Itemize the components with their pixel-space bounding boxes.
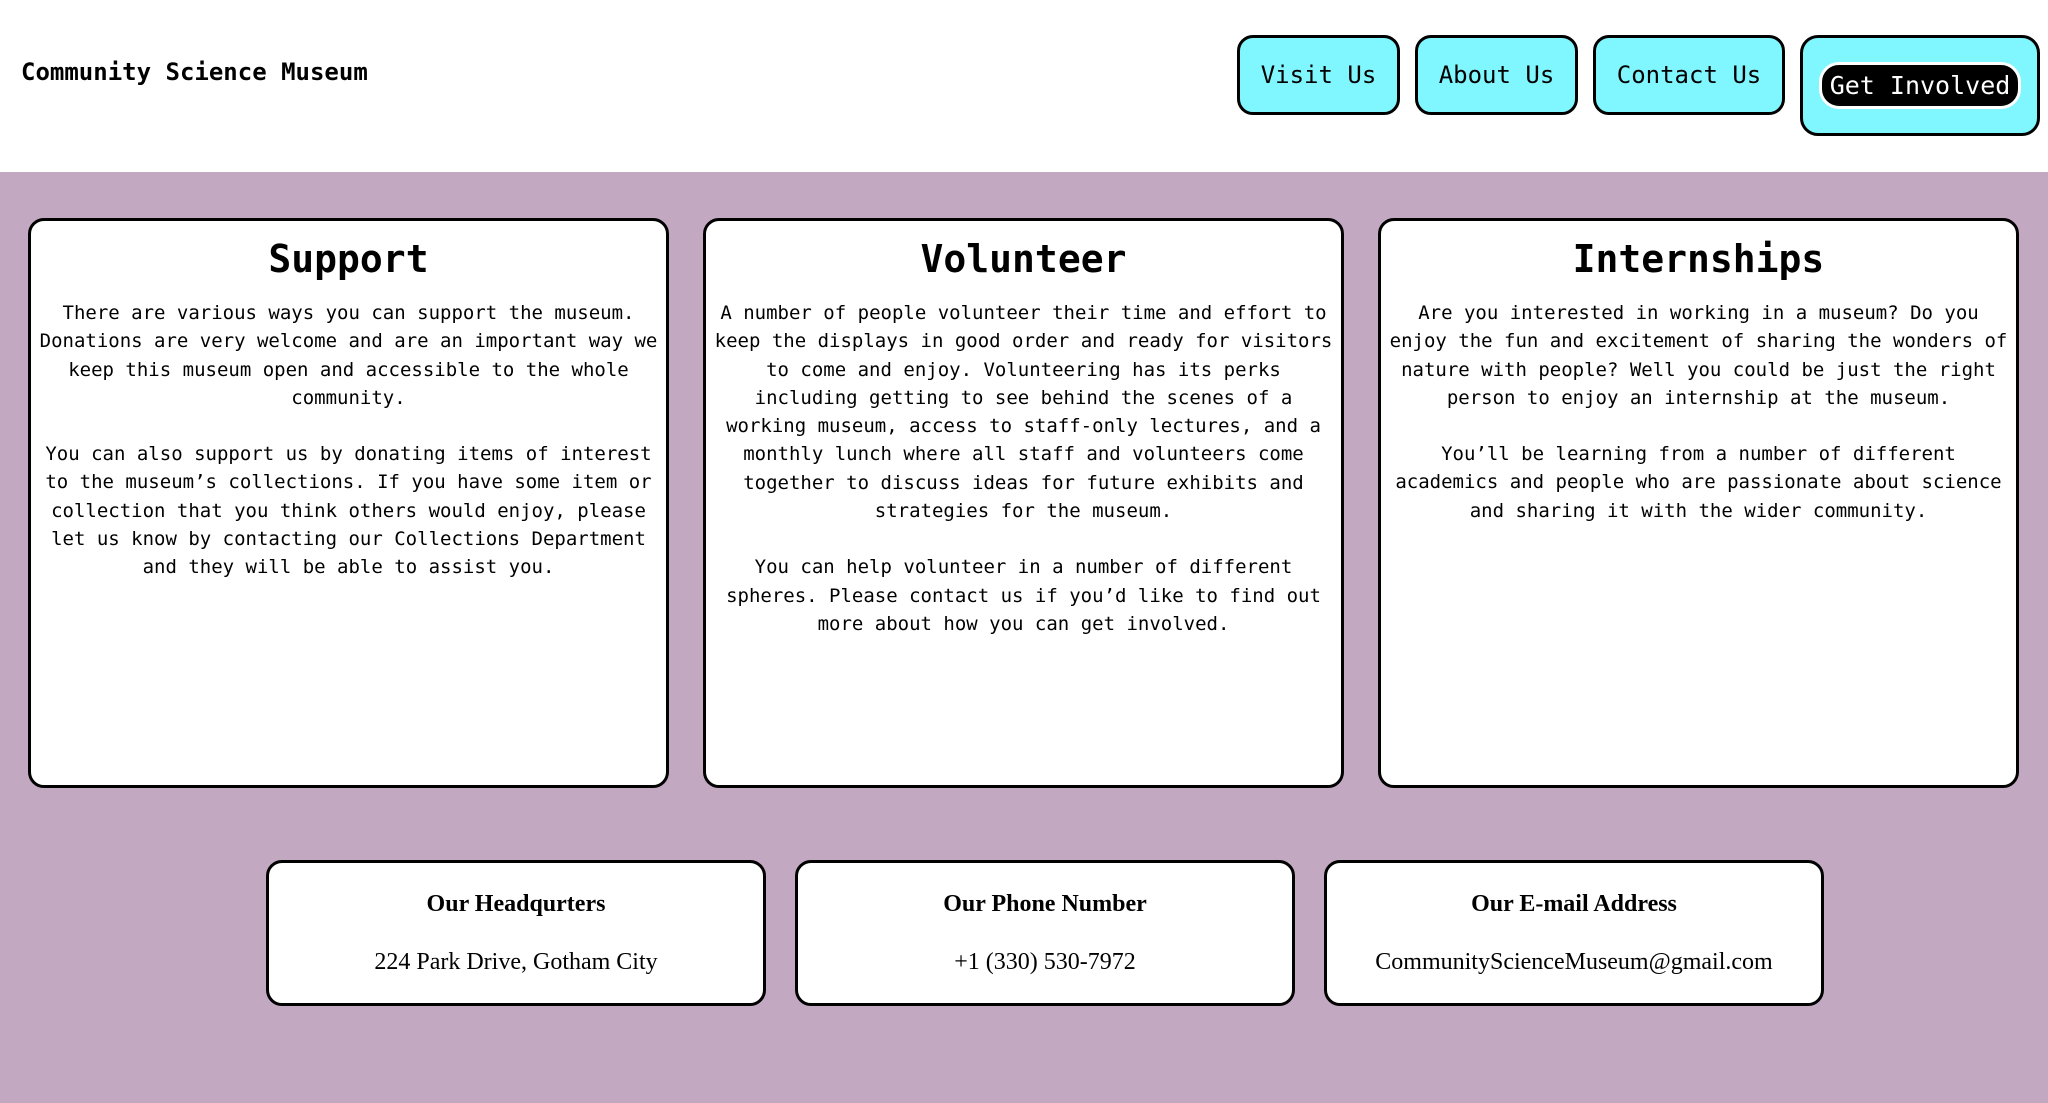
nav-get-involved-button[interactable]: Get Involved	[1800, 35, 2040, 136]
get-involved-label[interactable]: Get Involved	[1818, 62, 2022, 109]
nav-visit-us-button[interactable]: Visit Us	[1237, 35, 1400, 115]
nav-contact-us-button[interactable]: Contact Us	[1593, 35, 1785, 115]
card-title: Support	[268, 237, 429, 281]
site-header: Community Science Museum Visit Us About …	[0, 0, 2048, 172]
site-title: Community Science Museum	[21, 58, 368, 86]
info-title: Our Phone Number	[943, 891, 1147, 917]
support-card: Support There are various ways you can s…	[28, 218, 669, 788]
card-paragraph: Are you interested in working in a museu…	[1389, 302, 2008, 409]
card-paragraph: A number of people volunteer their time …	[714, 302, 1333, 523]
phone-box: Our Phone Number +1 (330) 530-7972	[795, 860, 1295, 1006]
card-paragraph: There are various ways you can support t…	[39, 302, 658, 409]
phone-number: +1 (330) 530-7972	[954, 949, 1136, 975]
internships-card: Internships Are you interested in workin…	[1378, 218, 2019, 788]
card-paragraph: You can also support us by donating item…	[45, 443, 652, 579]
card-paragraph: You can help volunteer in a number of di…	[726, 556, 1321, 635]
info-title: Our E-mail Address	[1471, 891, 1677, 917]
email-box: Our E-mail Address CommunityScienceMuseu…	[1324, 860, 1824, 1006]
headquarters-address: 224 Park Drive, Gotham City	[374, 949, 658, 975]
info-title: Our Headqurters	[426, 891, 606, 917]
card-title: Internships	[1572, 237, 1825, 281]
volunteer-card: Volunteer A number of people volunteer t…	[703, 218, 1344, 788]
main-content: Support There are various ways you can s…	[0, 172, 2048, 1103]
email-address: CommunityScienceMuseum@gmail.com	[1375, 949, 1773, 975]
nav-about-us-button[interactable]: About Us	[1415, 35, 1578, 115]
card-title: Volunteer	[920, 237, 1127, 281]
headquarters-box: Our Headqurters 224 Park Drive, Gotham C…	[266, 860, 766, 1006]
card-paragraph: You’ll be learning from a number of diff…	[1395, 443, 2002, 522]
